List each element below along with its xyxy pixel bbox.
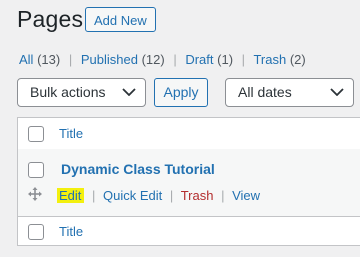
column-title-header[interactable]: Title — [59, 126, 83, 141]
filter-all-count: (13) — [37, 52, 61, 67]
table-header-row: Title — [18, 118, 360, 150]
page-title: Pages — [17, 6, 84, 32]
action-separator: | — [92, 188, 96, 203]
add-new-button[interactable]: Add New — [85, 7, 156, 32]
row-checkbox[interactable] — [28, 162, 44, 178]
column-title-footer[interactable]: Title — [59, 224, 83, 239]
table-row: Dynamic Class Tutorial Edit | Quick Edit… — [18, 149, 360, 217]
chevron-down-icon — [122, 88, 136, 96]
pages-table: Title Dynamic Class Tutorial Edit | Quic… — [17, 117, 360, 246]
trash-link[interactable]: Trash — [181, 188, 214, 203]
apply-button[interactable]: Apply — [154, 78, 208, 107]
action-separator: | — [221, 188, 225, 203]
table-footer-row: Title — [18, 216, 360, 247]
date-filter-select[interactable]: All dates — [225, 78, 354, 107]
view-link[interactable]: View — [232, 188, 260, 203]
filter-separator: | — [68, 52, 73, 67]
move-icon[interactable] — [28, 187, 42, 201]
select-all-checkbox[interactable] — [28, 126, 44, 142]
page-title-link[interactable]: Dynamic Class Tutorial — [61, 161, 215, 177]
bulk-actions-value: Bulk actions — [30, 84, 106, 100]
filter-trash-link[interactable]: Trash — [253, 52, 286, 67]
filter-published-count: (12) — [141, 52, 165, 67]
status-filter-links: All (13) | Published (12) | Draft (1) | … — [19, 52, 306, 68]
chevron-down-icon — [330, 88, 344, 96]
filter-separator: | — [173, 52, 177, 67]
row-actions: Edit | Quick Edit | Trash | View — [57, 187, 260, 204]
select-all-checkbox-footer[interactable] — [28, 224, 44, 240]
filter-trash-count: (2) — [289, 52, 306, 67]
edit-link[interactable]: Edit — [57, 188, 85, 203]
bulk-actions-select[interactable]: Bulk actions — [17, 78, 146, 107]
date-filter-value: All dates — [238, 84, 292, 100]
filter-separator: | — [241, 52, 246, 67]
action-separator: | — [169, 188, 174, 203]
filter-published-link[interactable]: Published — [81, 52, 138, 67]
quick-edit-link[interactable]: Quick Edit — [103, 188, 162, 203]
filter-draft-link[interactable]: Draft — [185, 52, 213, 67]
filter-draft-count: (1) — [217, 52, 234, 67]
filter-all-link[interactable]: All — [19, 52, 33, 67]
